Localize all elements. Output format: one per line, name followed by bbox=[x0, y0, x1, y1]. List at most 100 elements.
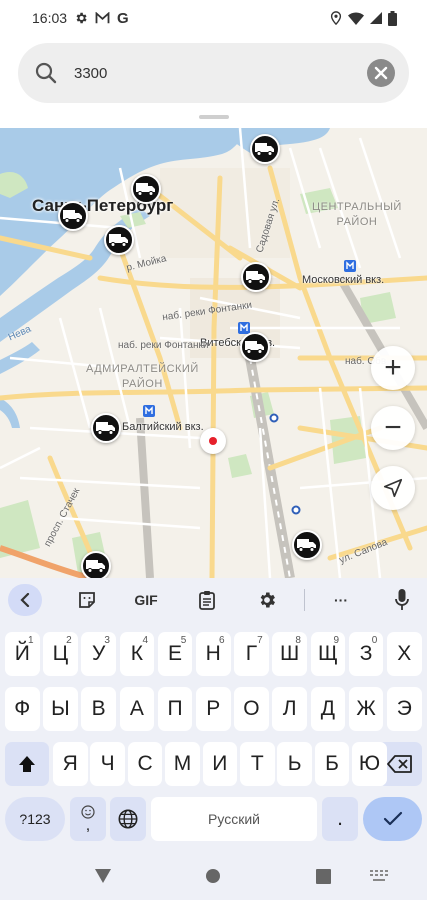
key-л[interactable]: Л bbox=[272, 687, 307, 731]
truck-marker[interactable] bbox=[91, 413, 121, 443]
symbols-key[interactable]: ?123 bbox=[5, 797, 65, 841]
recents-nav-button[interactable] bbox=[310, 864, 336, 888]
truck-icon bbox=[109, 234, 128, 247]
sticker-icon bbox=[79, 592, 95, 608]
key-ф[interactable]: Ф bbox=[5, 687, 40, 731]
key-д[interactable]: Д bbox=[310, 687, 346, 731]
key-hint: 2 bbox=[66, 635, 72, 646]
key-hint: 8 bbox=[295, 635, 301, 646]
my-location-button[interactable] bbox=[371, 466, 415, 510]
key-у[interactable]: У3 bbox=[81, 632, 116, 676]
key-б[interactable]: Б bbox=[314, 742, 350, 786]
search-input[interactable] bbox=[74, 53, 367, 93]
key-в[interactable]: В bbox=[81, 687, 116, 731]
key-г[interactable]: Г7 bbox=[234, 632, 269, 676]
search-icon bbox=[32, 59, 60, 87]
key-ц[interactable]: Ц2 bbox=[43, 632, 78, 676]
key-и[interactable]: И bbox=[202, 742, 238, 786]
key-label: С bbox=[137, 752, 153, 775]
key-label: Л bbox=[282, 697, 297, 720]
gmail-icon bbox=[95, 12, 110, 24]
keyboard-toolbar: GIF ··· bbox=[0, 578, 427, 622]
district-label-line: АДМИРАЛТЕЙСКИЙ bbox=[86, 363, 199, 375]
key-hint: 0 bbox=[371, 635, 378, 646]
back-nav-button[interactable] bbox=[90, 864, 116, 888]
space-key[interactable]: Русский bbox=[151, 797, 317, 841]
map-view[interactable]: Санкт-Петербург ЦЕНТРАЛЬНЫЙ РАЙОН АДМИРА… bbox=[0, 128, 427, 578]
truck-marker[interactable] bbox=[58, 201, 88, 231]
location-dot bbox=[209, 437, 217, 445]
key-label: А bbox=[129, 697, 144, 720]
key-hint: 4 bbox=[142, 635, 149, 646]
district-label-line: РАЙОН bbox=[121, 378, 163, 390]
key-х[interactable]: Х bbox=[387, 632, 422, 676]
truck-marker[interactable] bbox=[241, 262, 271, 292]
key-м[interactable]: М bbox=[165, 742, 200, 786]
more-button[interactable]: ··· bbox=[326, 584, 356, 616]
key-ж[interactable]: Ж bbox=[348, 687, 384, 731]
key-з[interactable]: З0 bbox=[348, 632, 384, 676]
period-key[interactable]: . bbox=[322, 797, 358, 841]
key-ч[interactable]: Ч bbox=[90, 742, 125, 786]
key-label: М bbox=[173, 752, 192, 775]
chevron-left-icon bbox=[20, 593, 30, 607]
truck-marker[interactable] bbox=[131, 174, 161, 204]
key-е[interactable]: Е5 bbox=[157, 632, 193, 676]
key-а[interactable]: А bbox=[119, 687, 155, 731]
zoom-in-button[interactable]: + bbox=[371, 346, 415, 390]
key-label: П bbox=[167, 697, 183, 720]
truck-marker[interactable] bbox=[81, 551, 111, 578]
key-п[interactable]: П bbox=[157, 687, 193, 731]
key-щ[interactable]: Щ9 bbox=[310, 632, 346, 676]
sticker-button[interactable] bbox=[72, 584, 102, 616]
key-с[interactable]: С bbox=[127, 742, 163, 786]
key-label: Т bbox=[250, 752, 264, 775]
key-р[interactable]: Р bbox=[196, 687, 231, 731]
shift-key[interactable] bbox=[5, 742, 49, 786]
key-э[interactable]: Э bbox=[387, 687, 422, 731]
truck-marker[interactable] bbox=[292, 530, 322, 560]
truck-icon bbox=[255, 143, 274, 156]
bottom-sheet-handle[interactable] bbox=[199, 115, 229, 119]
enter-key[interactable] bbox=[363, 797, 422, 841]
key-ю[interactable]: Ю bbox=[352, 742, 387, 786]
key-hint: 3 bbox=[104, 635, 110, 646]
key-т[interactable]: Т bbox=[240, 742, 275, 786]
microphone-icon bbox=[395, 589, 409, 610]
key-й[interactable]: Й1 bbox=[5, 632, 40, 676]
truck-marker[interactable] bbox=[240, 332, 270, 362]
language-key[interactable] bbox=[110, 797, 146, 841]
truck-icon bbox=[245, 341, 264, 354]
truck-marker[interactable] bbox=[250, 134, 280, 164]
gear-icon bbox=[260, 592, 275, 608]
key-н[interactable]: Н6 bbox=[196, 632, 231, 676]
key-к[interactable]: К4 bbox=[119, 632, 155, 676]
voice-input-button[interactable] bbox=[387, 584, 417, 616]
district-label-admiralty: АДМИРАЛТЕЙСКИЙ РАЙОН bbox=[86, 362, 199, 392]
signal-icon bbox=[370, 12, 382, 24]
keyboard-collapse-button[interactable] bbox=[8, 584, 42, 616]
gif-button[interactable]: GIF bbox=[126, 584, 166, 616]
key-label: Я bbox=[62, 752, 78, 775]
status-bar: 16:03 G bbox=[0, 0, 427, 36]
home-nav-button[interactable] bbox=[200, 864, 226, 888]
key-label: В bbox=[91, 697, 106, 720]
key-ь[interactable]: Ь bbox=[277, 742, 312, 786]
truck-icon bbox=[246, 271, 265, 284]
user-location-marker bbox=[200, 428, 226, 454]
key-label: Ч bbox=[100, 752, 115, 775]
emoji-comma-key[interactable]: , bbox=[70, 797, 106, 841]
search-bar[interactable] bbox=[18, 43, 409, 103]
key-ы[interactable]: Ы bbox=[43, 687, 78, 731]
key-label: Э bbox=[396, 697, 412, 720]
keyboard-switcher-button[interactable] bbox=[366, 866, 392, 886]
key-о[interactable]: О bbox=[234, 687, 269, 731]
settings-button[interactable] bbox=[252, 584, 282, 616]
key-ш[interactable]: Ш8 bbox=[272, 632, 307, 676]
truck-marker[interactable] bbox=[104, 225, 134, 255]
key-я[interactable]: Я bbox=[53, 742, 88, 786]
clear-search-button[interactable] bbox=[367, 59, 395, 87]
key-hint: 5 bbox=[180, 635, 187, 646]
clipboard-button[interactable] bbox=[192, 584, 222, 616]
zoom-out-button[interactable]: − bbox=[371, 406, 415, 450]
